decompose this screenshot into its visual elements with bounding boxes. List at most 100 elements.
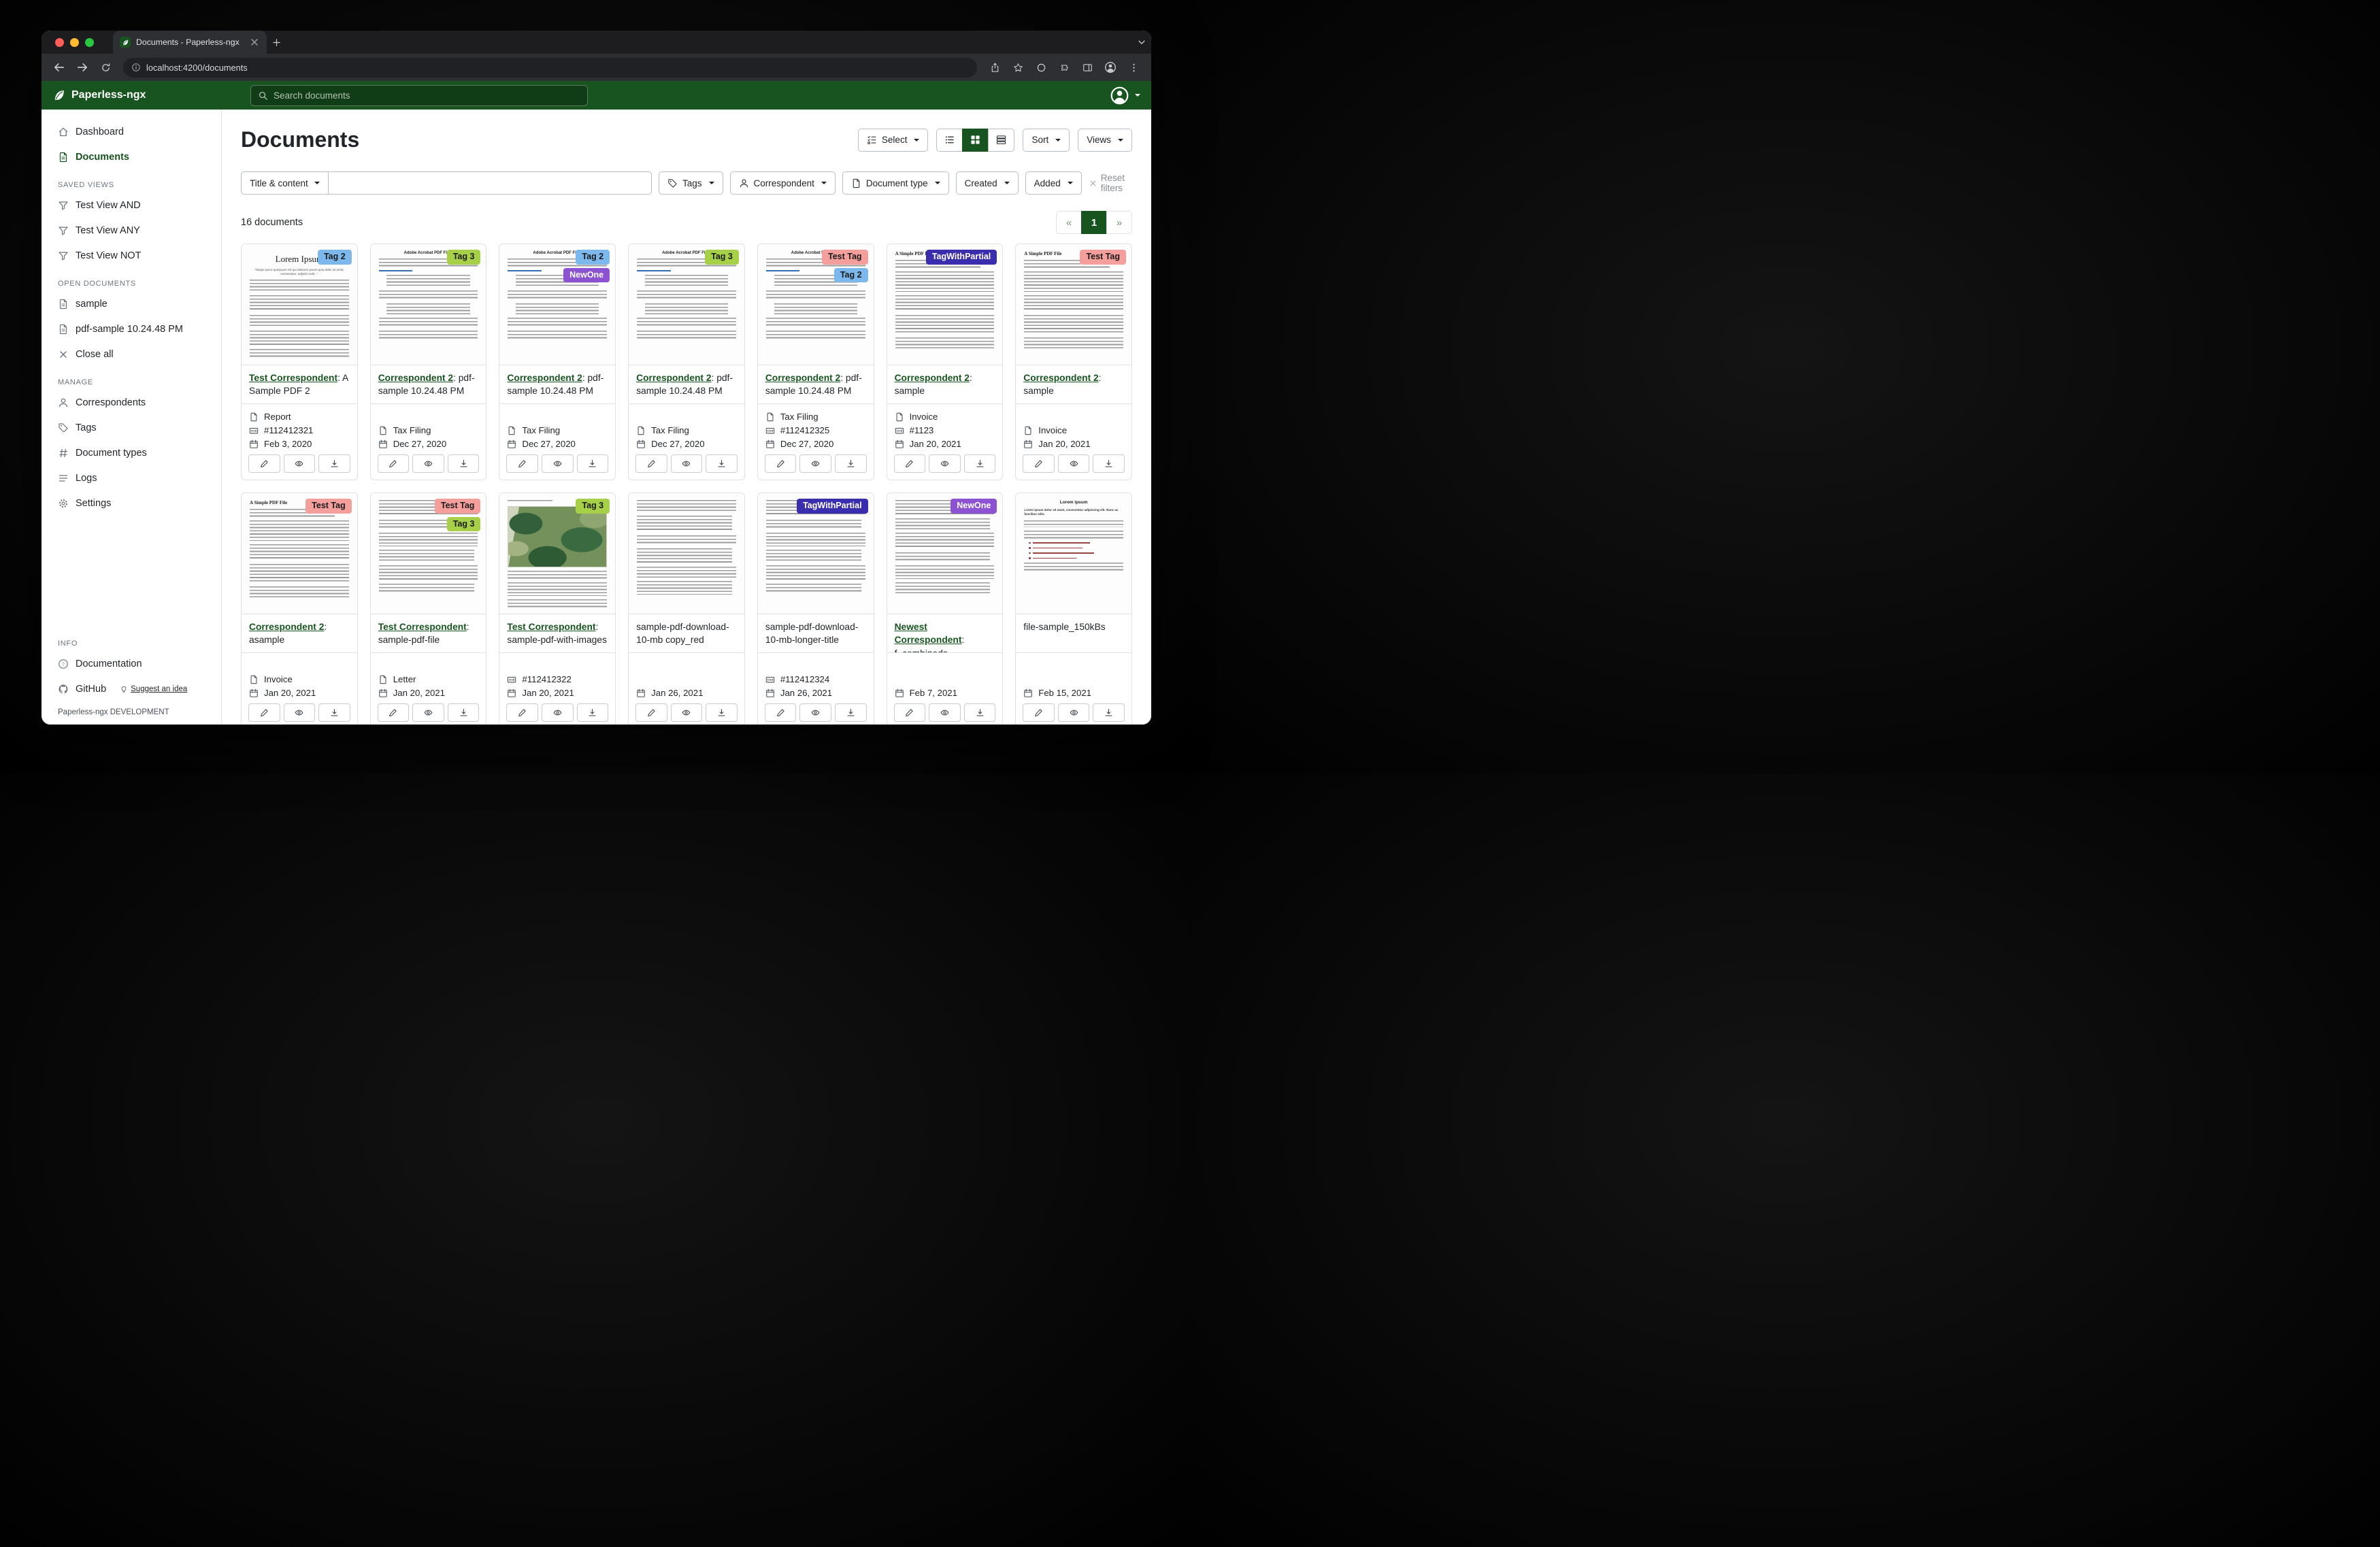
select-button[interactable]: Select xyxy=(858,129,929,152)
fullscreen-window-button[interactable] xyxy=(85,38,94,47)
edit-button[interactable] xyxy=(378,454,410,473)
preview-button[interactable] xyxy=(799,454,831,473)
preview-button[interactable] xyxy=(671,703,703,722)
sidebar-item-test-view-not[interactable]: Test View NOT xyxy=(42,243,221,268)
correspondent-link[interactable]: Correspondent 2 xyxy=(1023,373,1098,383)
correspondent-link[interactable]: Newest Correspondent xyxy=(895,622,962,645)
edit-button[interactable] xyxy=(1023,703,1055,722)
edit-button[interactable] xyxy=(1023,454,1055,473)
minimize-window-button[interactable] xyxy=(70,38,79,47)
download-button[interactable] xyxy=(1093,703,1125,722)
edit-button[interactable] xyxy=(635,703,667,722)
document-type[interactable]: Tax Filing xyxy=(765,412,866,422)
correspondent-link[interactable]: Test Correspondent xyxy=(378,622,467,632)
preview-button[interactable] xyxy=(671,454,703,473)
edit-button[interactable] xyxy=(635,454,667,473)
suggest-idea-link[interactable]: Suggest an idea xyxy=(120,685,187,693)
reset-filters-button[interactable]: Reset filters xyxy=(1089,173,1132,193)
tag-badge[interactable]: Tag 3 xyxy=(447,250,481,265)
next-page-button[interactable]: » xyxy=(1106,211,1132,234)
tags-filter-button[interactable]: Tags xyxy=(659,171,723,195)
download-button[interactable] xyxy=(577,454,609,473)
views-button[interactable]: Views xyxy=(1078,129,1132,152)
search-input[interactable] xyxy=(274,90,580,101)
download-button[interactable] xyxy=(706,454,738,473)
sort-button[interactable]: Sort xyxy=(1023,129,1070,152)
document-preview[interactable]: Lorem ipsumLorem ipsum dolor sit amet, c… xyxy=(1016,493,1131,614)
tag-badge[interactable]: Tag 3 xyxy=(705,250,739,265)
document-type[interactable]: Letter xyxy=(378,674,479,684)
tag-badge[interactable]: Tag 2 xyxy=(834,268,868,283)
grid-view-button[interactable] xyxy=(962,129,989,152)
profile-button[interactable] xyxy=(1100,57,1121,78)
close-window-button[interactable] xyxy=(55,38,64,47)
preview-button[interactable] xyxy=(284,703,316,722)
preview-button[interactable] xyxy=(284,454,316,473)
download-button[interactable] xyxy=(577,703,609,722)
edit-button[interactable] xyxy=(506,454,538,473)
preview-button[interactable] xyxy=(1058,454,1090,473)
correspondent-link[interactable]: Test Correspondent xyxy=(507,622,595,632)
sidebar-item-pdf-sample-10-24-48-pm[interactable]: pdf-sample 10.24.48 PM xyxy=(42,316,221,342)
bookmark-button[interactable] xyxy=(1007,57,1029,78)
app-brand[interactable]: Paperless-ngx xyxy=(52,88,222,102)
sidebar-item-documents[interactable]: Documents xyxy=(42,144,221,169)
document-type-filter-button[interactable]: Document type xyxy=(842,171,949,195)
correspondent-link[interactable]: Correspondent 2 xyxy=(249,622,324,632)
filter-text-input[interactable] xyxy=(329,171,652,195)
list-view-button[interactable] xyxy=(936,129,963,152)
preview-button[interactable] xyxy=(929,454,961,473)
reload-button[interactable] xyxy=(95,57,116,78)
title-content-dropdown[interactable]: Title & content xyxy=(241,171,329,195)
sidebar-item-document-types[interactable]: Document types xyxy=(42,440,221,465)
added-filter-button[interactable]: Added xyxy=(1025,171,1082,195)
sidebar-item-settings[interactable]: Settings xyxy=(42,490,221,516)
download-button[interactable] xyxy=(448,454,480,473)
download-button[interactable] xyxy=(835,703,867,722)
correspondent-link[interactable]: Correspondent 2 xyxy=(765,373,840,383)
document-type[interactable]: Report xyxy=(249,412,350,422)
edit-button[interactable] xyxy=(765,454,797,473)
correspondent-link[interactable]: Correspondent 2 xyxy=(507,373,582,383)
sidebar-item-tags[interactable]: Tags xyxy=(42,415,221,440)
tag-badge[interactable]: Test Tag xyxy=(435,499,481,514)
tag-badge[interactable]: TagWithPartial xyxy=(926,250,997,265)
edit-button[interactable] xyxy=(248,703,280,722)
page-1-button[interactable]: 1 xyxy=(1081,211,1107,234)
extensions-button[interactable] xyxy=(1053,57,1075,78)
detail-view-button[interactable] xyxy=(988,129,1014,152)
address-bar[interactable]: localhost:4200/documents xyxy=(123,58,977,78)
edit-button[interactable] xyxy=(248,454,280,473)
sidebar-item-documentation[interactable]: ?Documentation xyxy=(42,651,221,676)
created-filter-button[interactable]: Created xyxy=(956,171,1019,195)
preview-button[interactable] xyxy=(412,703,444,722)
sidebar-item-sample[interactable]: sample xyxy=(42,291,221,316)
preview-button[interactable] xyxy=(542,454,574,473)
tag-badge[interactable]: Tag 2 xyxy=(318,250,352,265)
browser-menu-button[interactable] xyxy=(1123,57,1144,78)
prev-page-button[interactable]: « xyxy=(1056,211,1082,234)
tag-badge[interactable]: NewOne xyxy=(951,499,997,514)
sidebar-item-correspondents[interactable]: Correspondents xyxy=(42,390,221,415)
tag-badge[interactable]: NewOne xyxy=(563,268,610,283)
tag-badge[interactable]: TagWithPartial xyxy=(797,499,867,514)
site-info-icon[interactable] xyxy=(131,63,141,72)
document-type[interactable]: Tax Filing xyxy=(378,425,479,435)
back-button[interactable] xyxy=(48,57,70,78)
preview-button[interactable] xyxy=(412,454,444,473)
preview-button[interactable] xyxy=(542,703,574,722)
sidebar-item-test-view-and[interactable]: Test View AND xyxy=(42,193,221,218)
document-type[interactable]: Tax Filing xyxy=(507,425,608,435)
document-type[interactable]: Invoice xyxy=(249,674,350,684)
correspondent-link[interactable]: Correspondent 2 xyxy=(636,373,711,383)
document-type[interactable]: Invoice xyxy=(895,412,995,422)
preview-button[interactable] xyxy=(799,703,831,722)
document-type[interactable]: Invoice xyxy=(1023,425,1124,435)
document-preview[interactable] xyxy=(629,493,744,614)
user-menu-button[interactable] xyxy=(1110,86,1140,105)
correspondent-filter-button[interactable]: Correspondent xyxy=(730,171,836,195)
forward-button[interactable] xyxy=(71,57,93,78)
new-tab-button[interactable] xyxy=(267,33,286,52)
side-panel-button[interactable] xyxy=(1076,57,1098,78)
tag-badge[interactable]: Test Tag xyxy=(822,250,868,265)
